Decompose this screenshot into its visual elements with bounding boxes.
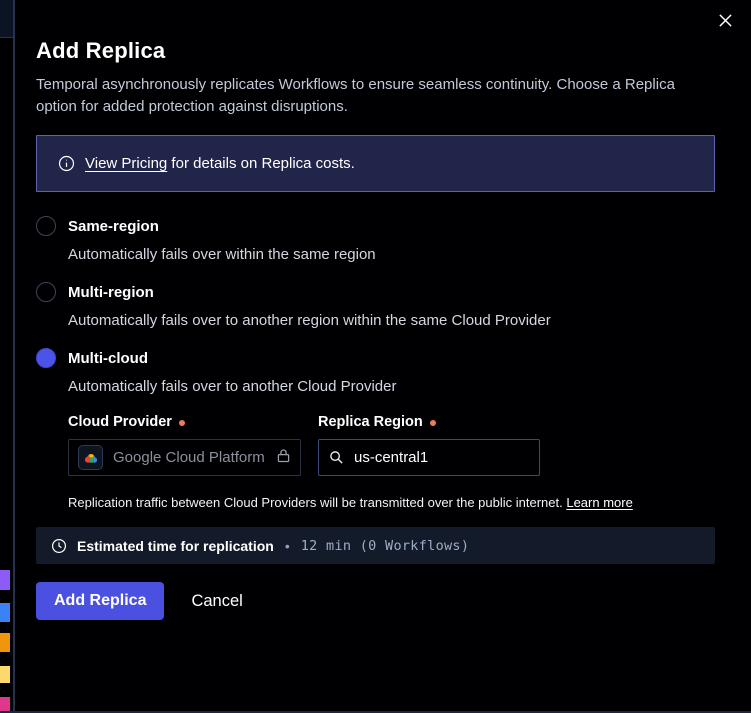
- cloud-provider-value: Google Cloud Platform: [113, 449, 265, 466]
- radio-multi-region[interactable]: [36, 282, 56, 302]
- underlying-page-topbar-fragment: [0, 0, 13, 38]
- cloud-provider-field: Cloud Provider: [68, 414, 301, 476]
- replica-region-label: Replica Region: [318, 414, 540, 430]
- option-description: Automatically fails over to another Clou…: [68, 378, 715, 395]
- estimate-separator: •: [285, 538, 290, 554]
- cloud-provider-select: Google Cloud Platform: [68, 439, 301, 476]
- option-description: Automatically fails over to another regi…: [68, 312, 715, 329]
- option-multi-region: Multi-region Automatically fails over to…: [36, 282, 715, 329]
- multi-cloud-form: Cloud Provider: [68, 414, 715, 510]
- option-multi-region-row[interactable]: Multi-region: [36, 282, 715, 302]
- search-icon: [329, 450, 344, 465]
- pricing-info-banner: View Pricing for details on Replica cost…: [36, 135, 715, 192]
- clock-icon: [51, 538, 67, 554]
- option-description: Automatically fails over within the same…: [68, 246, 715, 263]
- modal-description: Temporal asynchronously replicates Workf…: [36, 74, 715, 117]
- replica-region-input[interactable]: [352, 448, 529, 467]
- option-label: Multi-cloud: [68, 350, 148, 367]
- modal-actions: Add Replica Cancel: [36, 582, 715, 620]
- learn-more-link[interactable]: Learn more: [566, 495, 632, 510]
- option-same-region: Same-region Automatically fails over wit…: [36, 216, 715, 263]
- close-icon[interactable]: [713, 8, 737, 32]
- replica-region-field: Replica Region: [318, 414, 540, 476]
- lock-icon: [275, 447, 292, 469]
- option-label: Multi-region: [68, 284, 154, 301]
- page-title: Add Replica: [36, 38, 715, 64]
- info-icon: [58, 155, 75, 172]
- underlying-color-fragment-yellow: [0, 666, 10, 683]
- underlying-color-fragment-purple: [0, 570, 10, 590]
- add-replica-button[interactable]: Add Replica: [36, 582, 164, 620]
- option-multi-cloud-row[interactable]: Multi-cloud: [36, 348, 715, 368]
- replication-traffic-note: Replication traffic between Cloud Provid…: [68, 495, 715, 510]
- required-indicator: [179, 420, 185, 426]
- replica-option-group: Same-region Automatically fails over wit…: [36, 216, 715, 395]
- option-label: Same-region: [68, 218, 159, 235]
- underlying-color-fragment-orange: [0, 633, 10, 652]
- estimate-value: 12 min (0 Workflows): [301, 538, 470, 554]
- pricing-banner-rest: for details on Replica costs.: [167, 155, 355, 172]
- estimate-label: Estimated time for replication: [77, 538, 274, 554]
- replica-region-input-wrap: [318, 439, 540, 476]
- option-same-region-row[interactable]: Same-region: [36, 216, 715, 236]
- gcp-logo-icon: [78, 445, 103, 470]
- view-pricing-link[interactable]: View Pricing: [85, 155, 167, 172]
- option-multi-cloud: Multi-cloud Automatically fails over to …: [36, 348, 715, 395]
- cloud-provider-label: Cloud Provider: [68, 414, 301, 430]
- add-replica-modal: Add Replica Temporal asynchronously repl…: [36, 0, 715, 620]
- cancel-button[interactable]: Cancel: [191, 592, 242, 611]
- pricing-banner-text: View Pricing for details on Replica cost…: [85, 155, 355, 172]
- underlying-color-fragment-blue: [0, 603, 10, 622]
- radio-multi-cloud[interactable]: [36, 348, 56, 368]
- underlying-page-border: [13, 0, 15, 713]
- required-indicator: [430, 420, 436, 426]
- radio-same-region[interactable]: [36, 216, 56, 236]
- estimated-time-banner: Estimated time for replication • 12 min …: [36, 527, 715, 564]
